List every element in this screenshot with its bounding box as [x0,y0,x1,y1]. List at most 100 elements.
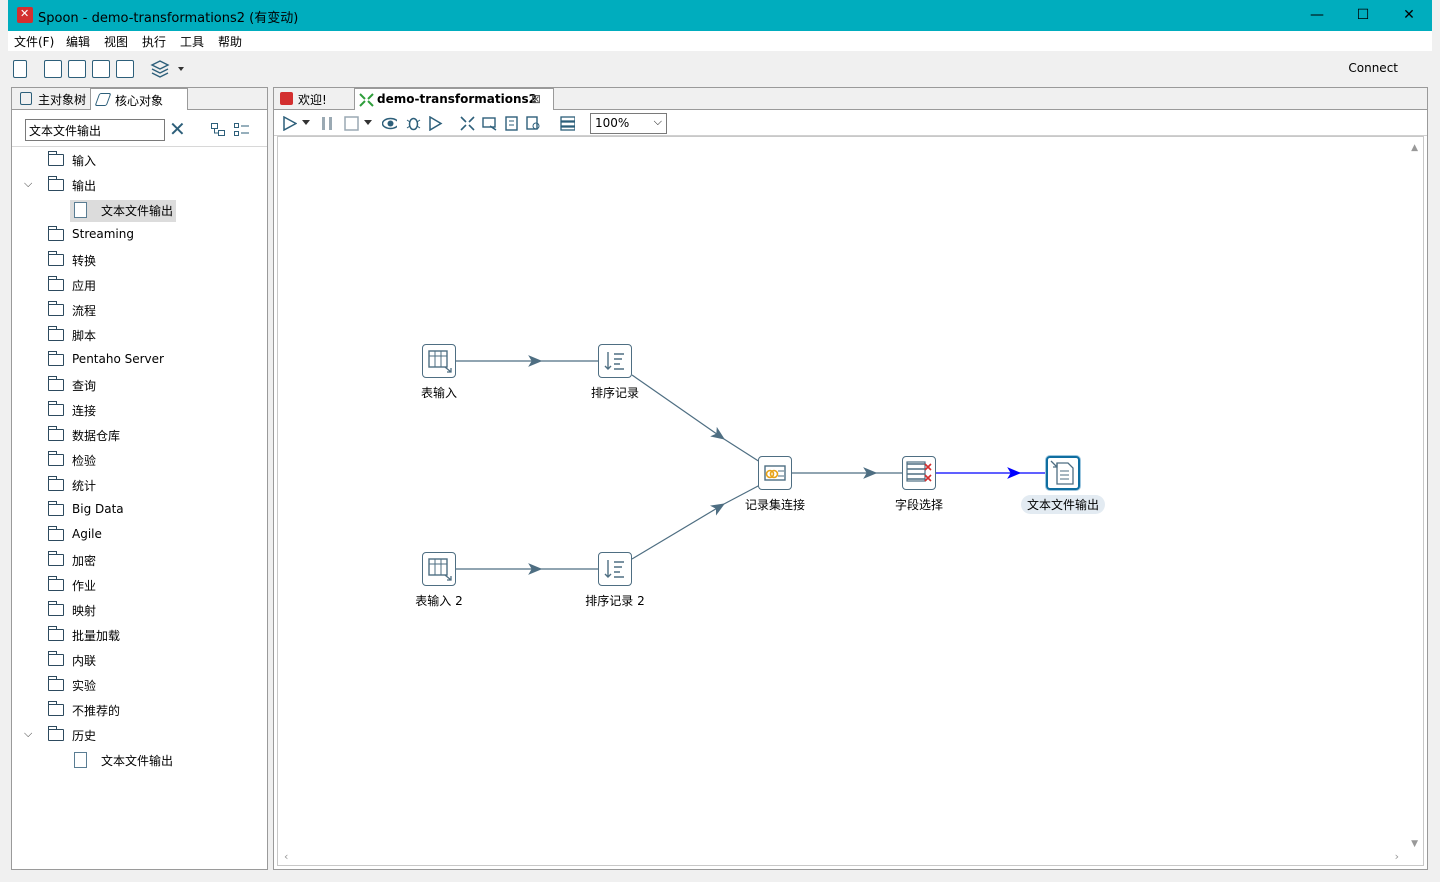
step-select-values[interactable] [902,456,936,490]
pause-icon[interactable] [320,116,335,131]
editor-tabs: 欢迎! demo-transformations2 ⊠ [274,88,1427,110]
expand-all-icon[interactable] [234,123,249,136]
transformation-canvas[interactable]: ▲ ▼ ‹ › 表输入 排序记录 记录集连接 字段选择 文本文件输出 表输入 2… [277,136,1424,866]
step-label-merge-join: 记录集连接 [744,498,806,512]
step-label-table-input-2: 表输入 2 [415,594,463,608]
chevron-down-icon[interactable]: ⌵ [24,177,32,191]
tree-folder-flow[interactable]: 流程 [47,300,248,322]
tree-folder-data-warehouse[interactable]: 数据仓库 [47,425,248,447]
folder-icon [47,501,64,516]
hop-sort-2-to-merge-join[interactable] [631,484,761,560]
step-label-text-file-output: 文本文件输出 [1020,495,1106,514]
tree-step-history-text-file-output[interactable]: 文本文件输出 [74,750,194,772]
tree-folder-output[interactable]: 输出 [47,175,248,197]
save-icon[interactable] [92,60,110,78]
step-table-input-2[interactable] [422,552,456,586]
verify-icon[interactable] [460,116,475,131]
folder-icon [47,551,64,566]
tree-folder-job[interactable]: 作业 [47,575,248,597]
run-dropdown-icon[interactable] [302,120,317,135]
step-text-file-output[interactable] [1046,456,1080,490]
menu-help[interactable]: 帮助 [218,33,242,50]
tab-core-objects[interactable]: 核心对象 [90,88,188,110]
spoon-app-icon [17,7,33,23]
tree-label: 映射 [72,604,97,618]
stop-dropdown-icon[interactable] [364,120,379,135]
zoom-select[interactable]: 100% ⌵ [590,113,667,134]
impact-icon[interactable] [482,116,497,131]
maximize-button[interactable]: ☐ [1340,4,1386,26]
tree-label: 输入 [72,154,97,168]
save-as-icon[interactable] [116,60,134,78]
tree-folder-utility[interactable]: 应用 [47,275,248,297]
tree-folder-input[interactable]: 输入 [47,150,248,172]
tree-folder-deprecated[interactable]: 不推荐的 [47,700,248,722]
stop-icon[interactable] [344,116,359,131]
close-button[interactable]: ✕ [1386,4,1432,26]
tree-folder-lookup[interactable]: 查询 [47,375,248,397]
tree-folder-joins[interactable]: 连接 [47,400,248,422]
tree-folder-streaming[interactable]: Streaming [47,225,248,247]
menu-file[interactable]: 文件(F) [14,33,54,50]
chevron-down-icon[interactable]: ⌵ [24,727,32,741]
step-merge-join[interactable] [758,456,792,490]
menu-view[interactable]: 视图 [104,33,128,50]
step-sort-rows-2[interactable] [598,552,632,586]
tab-welcome[interactable]: 欢迎! [276,88,352,110]
search-input[interactable] [25,119,165,141]
tree-folder-validation[interactable]: 检验 [47,450,248,472]
explore-repository-icon[interactable] [68,60,86,78]
tab-demo-transformations2[interactable]: demo-transformations2 ⊠ [354,88,554,110]
replay-icon[interactable] [428,116,443,131]
zoom-value: 100% [595,116,630,130]
sql-icon[interactable] [504,116,519,131]
menu-run[interactable]: 执行 [142,33,166,50]
new-file-icon[interactable] [13,60,27,78]
folder-icon [47,651,64,666]
step-table-input[interactable] [422,344,456,378]
step-label-table-input: 表输入 [420,386,458,400]
menu-edit[interactable]: 编辑 [66,33,90,50]
folder-icon [47,401,64,416]
preview-eye-icon[interactable] [382,116,397,131]
sort-rows-icon [604,560,624,578]
tree-label: 批量加载 [72,629,121,643]
tree-label: 查询 [72,379,97,393]
folder-icon [47,601,64,616]
tree-folder-history[interactable]: 历史 [47,725,248,747]
tree-step-text-file-output[interactable]: 文本文件输出 [74,200,194,222]
step-sort-rows[interactable] [598,344,632,378]
show-results-icon[interactable] [560,116,575,131]
tree-label: Pentaho Server [72,352,164,366]
tab-main-tree[interactable]: 主对象树 [14,88,92,110]
tree-folder-mapping[interactable]: 映射 [47,600,248,622]
step-label-sort-rows-2: 排序记录 2 [585,594,645,608]
transformation-icon [359,93,374,107]
tree-folder-experimental[interactable]: 实验 [47,675,248,697]
explore-db-icon[interactable] [526,116,541,131]
clear-search-icon[interactable]: ✕ [169,117,186,141]
collapse-all-icon[interactable] [211,123,226,136]
tree-folder-agile[interactable]: Agile [47,525,248,547]
tree-folder-bulk-loading[interactable]: 批量加载 [47,625,248,647]
perspective-layers-icon[interactable] [150,59,188,79]
tree-label: 文本文件输出 [101,204,174,218]
menu-tools[interactable]: 工具 [180,33,204,50]
tree-folder-transform[interactable]: 转换 [47,250,248,272]
tree-folder-big-data[interactable]: Big Data [47,500,248,522]
debug-icon[interactable] [406,116,421,131]
pencil-icon [94,93,112,106]
tree-folder-scripting[interactable]: 脚本 [47,325,248,347]
run-icon[interactable] [282,116,297,131]
window-title: Spoon - demo-transformations2 (有变动) [38,11,299,26]
tree-label: Streaming [72,227,134,241]
minimize-button[interactable]: — [1294,4,1340,26]
connect-button[interactable]: Connect [1348,61,1398,75]
tree-folder-cryptography[interactable]: 加密 [47,550,248,572]
close-tab-icon[interactable]: ⊠ [531,92,541,106]
tree-folder-inline[interactable]: 内联 [47,650,248,672]
tree-folder-statistics[interactable]: 统计 [47,475,248,497]
hop-sort-to-merge-join[interactable] [631,374,761,463]
tree-folder-pentaho-server[interactable]: Pentaho Server [47,350,248,372]
open-file-icon[interactable] [44,60,62,78]
